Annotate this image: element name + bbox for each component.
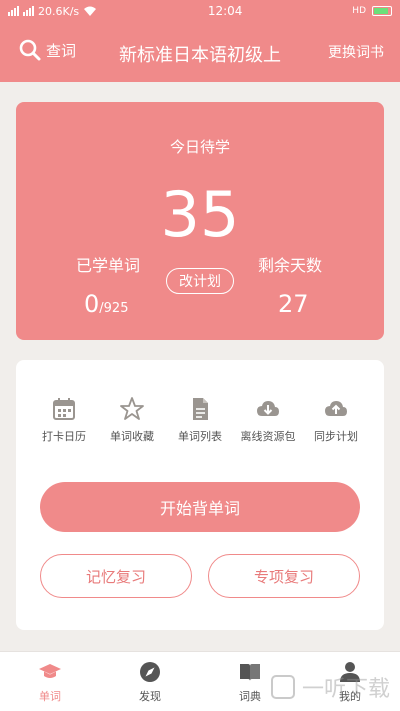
tab-label: 词典 (239, 689, 261, 703)
tool-checkin-calendar[interactable]: 打卡日历 (31, 396, 97, 444)
status-right: HD (352, 6, 392, 16)
tool-word-favorites[interactable]: 单词收藏 (99, 396, 165, 444)
tool-label: 单词收藏 (110, 430, 154, 443)
app-bar: 查词 新标准日本语初级上 更换词书 (0, 22, 400, 82)
search-button[interactable]: 查词 (18, 38, 76, 62)
tab-label: 我的 (339, 689, 361, 703)
action-card: 打卡日历 单词收藏 单词列表 离线资源包 同步计划 开始背单词 记忆复习 专项复… (16, 360, 384, 630)
signal-icon-2 (23, 6, 34, 16)
search-icon (19, 39, 41, 61)
tab-mine[interactable]: 我的 (300, 652, 400, 711)
bottom-tab-bar: 单词 发现 词典 我的 (0, 651, 400, 711)
tab-dictionary[interactable]: 词典 (200, 652, 300, 711)
learned-value: 0 /925 (84, 290, 128, 318)
graduation-cap-icon (39, 663, 61, 678)
change-plan-button[interactable]: 改计划 (166, 268, 234, 294)
network-speed: 20.6K/s (38, 4, 80, 18)
search-label: 查词 (46, 41, 77, 60)
cloud-upload-icon (325, 401, 347, 416)
special-review-button[interactable]: 专项复习 (208, 554, 360, 598)
tool-offline-pack[interactable]: 离线资源包 (235, 396, 301, 444)
battery-icon (372, 6, 392, 16)
learned-total: /925 (99, 301, 129, 316)
today-label: 今日待学 (169, 138, 230, 156)
learned-count: 0 (84, 290, 100, 318)
memory-review-button[interactable]: 记忆复习 (40, 554, 192, 598)
tab-discover[interactable]: 发现 (100, 652, 200, 711)
tool-sync-plan[interactable]: 同步计划 (303, 396, 369, 444)
days-left-value: 27 (278, 290, 309, 318)
person-icon (340, 661, 360, 682)
tab-words[interactable]: 单词 (0, 652, 100, 711)
tool-label: 离线资源包 (240, 430, 296, 443)
book-icon (240, 663, 260, 681)
days-left-label: 剩余天数 (258, 256, 323, 275)
status-bar: 20.6K/s 12:04 HD (0, 0, 400, 22)
tool-label: 同步计划 (314, 430, 358, 443)
calendar-icon (53, 398, 75, 420)
document-icon (193, 398, 208, 420)
status-time: 12:04 (207, 4, 243, 18)
change-book-button[interactable]: 更换词书 (328, 42, 384, 62)
status-left: 20.6K/s (8, 5, 158, 18)
tool-label: 单词列表 (178, 430, 222, 443)
tool-word-list[interactable]: 单词列表 (167, 396, 233, 444)
tool-label: 打卡日历 (42, 430, 86, 443)
compass-icon (140, 661, 160, 682)
today-count: 35 (160, 178, 240, 251)
wifi-icon (84, 6, 97, 16)
start-learning-button[interactable]: 开始背单词 (40, 482, 360, 532)
hd-badge: HD (352, 6, 366, 16)
learned-label: 已学单词 (76, 256, 141, 275)
tab-label: 单词 (39, 689, 61, 703)
cloud-download-icon (257, 401, 279, 416)
tool-row: 打卡日历 单词收藏 单词列表 离线资源包 同步计划 (16, 396, 384, 444)
star-icon (120, 397, 144, 420)
tab-label: 发现 (139, 689, 161, 703)
today-card: 今日待学 35 已学单词 0 /925 改计划 剩余天数 27 (16, 102, 384, 340)
signal-icon (8, 6, 19, 16)
